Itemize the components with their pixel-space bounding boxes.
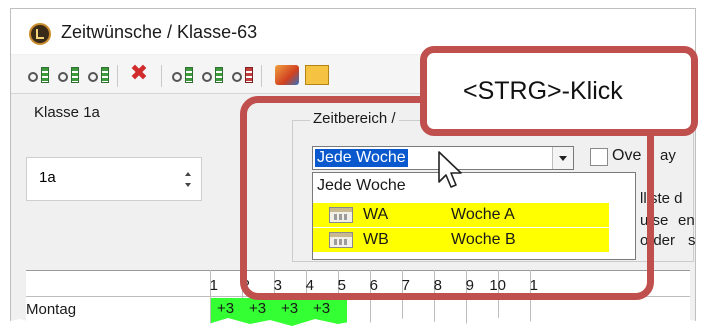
key-stack-icon[interactable] [171,65,195,85]
klasse-label: Klasse 1a [34,104,100,121]
spinner-value: 1a [39,169,56,186]
callout-text: <STRG>-Klick [463,77,623,105]
toolbar-separator [117,65,118,87]
klasse-spinner[interactable]: 1a [26,157,202,201]
green-stack-icon[interactable] [87,65,111,85]
key-stack-icon[interactable] [201,65,225,85]
green-stack-icon[interactable] [27,65,51,85]
side-text: s [688,232,696,249]
toolbar-separator [161,65,162,87]
green-stack-icon[interactable] [57,65,81,85]
spinner-up-icon[interactable] [185,172,191,176]
torn-edge [0,317,704,329]
report-icon[interactable] [305,65,329,85]
spinner-down-icon[interactable] [185,183,191,187]
window-title: Zeitwünsche / Klasse-63 [61,22,258,42]
toolbar-separator [261,65,262,87]
side-text: ay [660,147,676,164]
ctrl-click-callout: <STRG>-Klick [420,46,698,136]
column-header: 1 [209,277,218,294]
side-text: en [678,212,695,229]
red-stack-icon[interactable] [231,65,255,85]
paint-icon[interactable] [275,65,299,85]
mouse-cursor-icon [438,151,462,188]
app-clock-icon [29,23,51,45]
delete-icon[interactable]: ✖ [127,62,151,84]
